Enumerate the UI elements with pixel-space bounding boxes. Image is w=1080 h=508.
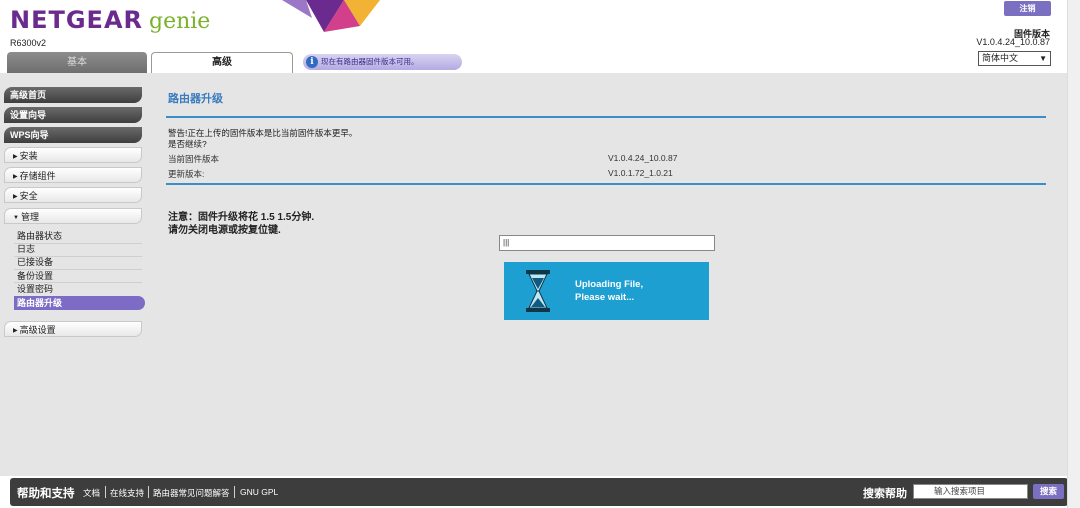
info-icon: i [306,56,318,68]
chevron-down-icon: ▼ [1039,54,1047,63]
link-router-faq[interactable]: 路由器常见问题解答 [153,487,230,499]
tab-advanced[interactable]: 高级 [151,52,293,73]
sidebar-section-label: 高级设置 [19,325,56,335]
sidebar-item-router-update[interactable]: 路由器升级 [17,297,62,309]
sidebar-section-security[interactable]: ▶ 安全 [4,187,142,203]
sidebar-item-wps-wizard[interactable]: WPS向导 [4,127,142,143]
warning-question: 是否继续? [168,139,207,149]
model-number: R6300v2 [10,38,47,48]
help-footer: 帮助和支持 文档 在线支持 路由器常见问题解答 GNU GPL 搜索帮助 输入搜… [10,478,1068,506]
divider [166,116,1046,118]
sidebar-section-administration[interactable]: ▼ 管理 [4,208,142,224]
netgear-logo: NETGEAR genie [10,6,210,36]
upload-progress-bar: ||| [499,235,715,251]
help-title: 帮助和支持 [17,488,75,500]
sidebar-item-router-status[interactable]: 路由器状态 [17,230,62,242]
sidebar-section-label: 安全 [19,191,38,201]
notice-text: 现在有路由器固件版本可用。 [321,57,419,66]
firmware-available-notice[interactable]: i 现在有路由器固件版本可用。 [303,54,462,70]
current-firmware-label: 当前固件版本 [168,154,220,164]
divider [105,486,106,498]
triangle-down-icon: ▼ [13,215,19,221]
search-help-title: 搜索帮助 [863,488,907,500]
divider [234,486,235,498]
divider [148,486,149,498]
sidebar-section-label: 存储组件 [19,171,56,181]
page-scrollbar[interactable] [1067,0,1080,508]
link-online-support[interactable]: 在线支持 [110,487,144,499]
triangle-right-icon: ▶ [13,174,18,180]
sidebar-item-advanced-home[interactable]: 高级首页 [4,87,142,103]
sidebar-section-label: 安装 [19,151,38,161]
language-value: 简体中文 [982,53,1019,63]
search-input[interactable]: 输入搜索项目 [913,484,1028,499]
brand-name: NETGEAR [10,6,143,34]
current-firmware-value: V1.0.4.24_10.0.87 [608,153,678,163]
triangle-right-icon: ▶ [13,154,18,160]
triangle-right-icon: ▶ [13,328,18,334]
upload-line-1: Uploading File, [575,279,644,290]
search-button[interactable]: 搜索 [1033,484,1064,499]
link-documentation[interactable]: 文档 [83,487,100,499]
divider [166,183,1046,185]
upload-message: Uploading File, Please wait... [575,278,643,304]
firmware-version: V1.0.4.24_10.0.87 [976,37,1050,47]
product-name: genie [149,9,211,34]
sidebar-item-attached-devices[interactable]: 已接设备 [17,256,53,268]
logout-button[interactable]: 注销 [1004,1,1051,16]
sidebar-section-setup[interactable]: ▶ 安装 [4,147,142,163]
page-title: 路由器升级 [168,93,223,105]
update-version-label: 更新版本: [168,169,205,179]
sidebar-item-set-password[interactable]: 设置密码 [17,283,53,295]
sidebar-section-label: 管理 [20,212,39,222]
sidebar-item-logs[interactable]: 日志 [17,243,35,255]
triangle-right-icon: ▶ [13,194,18,200]
hourglass-icon [526,270,550,312]
sidebar-section-usb-storage[interactable]: ▶ 存储组件 [4,167,142,183]
language-select[interactable]: 简体中文 ▼ [978,51,1051,66]
upgrade-warning: 请勿关闭电源或按复位键. [168,225,281,236]
sidebar-section-advanced-setup[interactable]: ▶ 高级设置 [4,321,142,337]
upload-status-box: Uploading File, Please wait... [504,262,709,320]
tab-basic[interactable]: 基本 [7,52,147,73]
header-decoration [282,0,380,32]
upload-line-2: Please wait... [575,292,635,303]
sidebar-item-backup-settings[interactable]: 备份设置 [17,270,53,282]
update-version-value: V1.0.1.72_1.0.21 [608,168,673,178]
sidebar-item-setup-wizard[interactable]: 设置向导 [4,107,142,123]
link-gnu-gpl[interactable]: GNU GPL [240,487,278,497]
